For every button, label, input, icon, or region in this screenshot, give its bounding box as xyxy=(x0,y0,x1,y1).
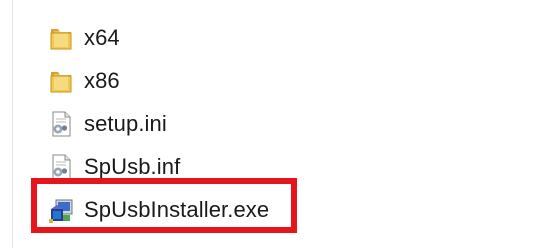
file-item-spusbinstaller-exe[interactable]: SpUsbInstaller.exe xyxy=(46,188,526,231)
file-item-setup-ini[interactable]: setup.ini xyxy=(46,102,526,145)
file-item-x64[interactable]: x64 xyxy=(46,16,526,59)
folder-icon xyxy=(46,66,76,96)
file-name: SpUsbInstaller.exe xyxy=(84,196,270,222)
file-name: setup.ini xyxy=(84,110,167,136)
file-item-x86[interactable]: x86 xyxy=(46,59,526,102)
file-item-spusb-inf[interactable]: SpUsb.inf xyxy=(46,145,526,188)
file-name: SpUsb.inf xyxy=(84,153,181,179)
file-name: x64 xyxy=(84,24,120,50)
folder-icon xyxy=(46,23,76,53)
pane-divider xyxy=(12,0,13,248)
config-file-icon xyxy=(46,109,76,139)
installer-icon xyxy=(46,195,76,225)
file-list: x64 x86 setup.ini SpUsb.inf SpUsbInstall… xyxy=(46,16,526,231)
config-file-icon xyxy=(46,152,76,182)
file-name: x86 xyxy=(84,67,120,93)
